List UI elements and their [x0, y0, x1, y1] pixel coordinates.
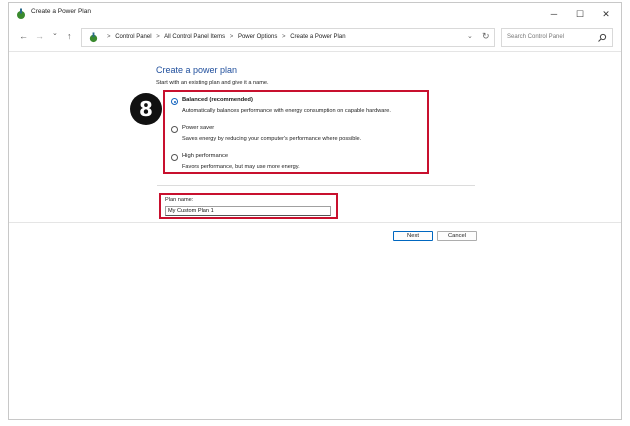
plan-name-label: Plan name: [165, 197, 194, 203]
address-bar[interactable]: > Control Panel > All Control Panel Item… [81, 28, 495, 47]
title-bar: Create a Power Plan ─ ☐ ✕ [9, 3, 621, 25]
breadcrumb-control-panel[interactable]: Control Panel [115, 34, 151, 40]
power-plan-window: Create a Power Plan ─ ☐ ✕ ← → ⌄ ↑ > Cont… [8, 2, 622, 420]
header-divider [9, 51, 621, 52]
minimize-button[interactable]: ─ [543, 6, 565, 22]
plan-desc-power-saver: Saves energy by reducing your computer's… [182, 136, 362, 142]
plan-name-high-performance: High performance [182, 153, 229, 159]
breadcrumb-create-plan[interactable]: Create a Power Plan [290, 34, 345, 40]
breadcrumb-all-items[interactable]: All Control Panel Items [164, 34, 225, 40]
close-button[interactable]: ✕ [595, 6, 617, 22]
navigation-bar: ← → ⌄ ↑ > Control Panel > All Control Pa… [9, 25, 621, 51]
search-input[interactable]: Search Control Panel [501, 28, 613, 47]
search-placeholder: Search Control Panel [507, 34, 565, 40]
radio-high-performance[interactable] [171, 154, 178, 161]
refresh-icon[interactable]: ↻ [482, 31, 490, 42]
address-dropdown-icon[interactable]: ⌄ [467, 32, 473, 40]
radio-power-saver[interactable] [171, 126, 178, 133]
search-icon[interactable] [597, 33, 607, 43]
next-button[interactable]: Next [393, 231, 433, 241]
breadcrumb: > Control Panel > All Control Panel Item… [104, 34, 346, 40]
breadcrumb-separator: > [156, 34, 160, 40]
breadcrumb-separator: > [107, 34, 111, 40]
plan-desc-high-performance: Favors performance, but may use more ene… [182, 164, 300, 170]
page-title: Create a power plan [156, 65, 238, 75]
recent-locations-icon[interactable]: ⌄ [52, 29, 58, 37]
forward-arrow-icon[interactable]: → [35, 31, 44, 41]
maximize-button[interactable]: ☐ [569, 6, 591, 22]
up-arrow-icon[interactable]: ↑ [67, 31, 72, 41]
breadcrumb-power-options[interactable]: Power Options [238, 34, 277, 40]
breadcrumb-separator: > [282, 34, 286, 40]
cancel-button[interactable]: Cancel [437, 231, 477, 241]
plan-options-group: Balanced (recommended) Automatically bal… [163, 90, 429, 174]
radio-balanced[interactable] [171, 98, 178, 105]
back-arrow-icon[interactable]: ← [19, 31, 28, 41]
plan-name-field[interactable]: My Custom Plan 1 [165, 206, 331, 216]
plan-desc-balanced: Automatically balances performance with … [182, 108, 391, 114]
power-options-icon [17, 8, 25, 19]
page-subtitle: Start with an existing plan and give it … [156, 80, 269, 86]
control-panel-icon [89, 32, 98, 43]
section-divider [157, 185, 475, 186]
plan-name-power-saver: Power saver [182, 125, 215, 131]
breadcrumb-separator: > [229, 34, 234, 40]
plan-name-balanced: Balanced (recommended) [182, 97, 253, 103]
window-title: Create a Power Plan [31, 8, 91, 15]
plan-name-group: Plan name: My Custom Plan 1 [159, 193, 338, 219]
step-number-badge: 8 [130, 93, 162, 125]
footer-divider [9, 222, 621, 223]
